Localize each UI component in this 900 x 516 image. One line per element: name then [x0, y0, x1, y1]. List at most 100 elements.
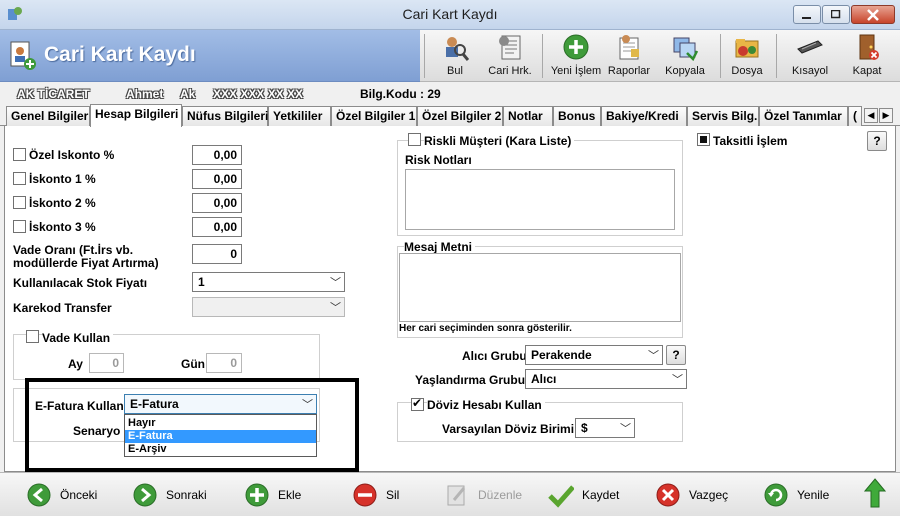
refresh-icon: [764, 483, 788, 507]
header-title: Cari Kart Kaydı: [44, 43, 196, 66]
help-button[interactable]: ?: [867, 131, 887, 151]
dosya-label: Dosya: [731, 65, 763, 77]
scroll-top-button[interactable]: [864, 478, 886, 508]
sonraki-button[interactable]: Sonraki: [132, 481, 207, 509]
vade-kullan-checkbox[interactable]: [26, 330, 39, 343]
varsayilan-doviz-select[interactable]: $ ﹀: [575, 418, 635, 438]
efatura-label: E-Fatura Kullan: [35, 399, 124, 413]
tab-notlar[interactable]: Notlar: [503, 106, 553, 126]
karekod-select[interactable]: ﹀: [192, 297, 345, 317]
iskonto3-input[interactable]: 0,00: [192, 217, 242, 237]
iskonto3-checkbox[interactable]: [13, 220, 26, 233]
efatura-option-hayir[interactable]: Hayır: [125, 417, 316, 430]
ay-label: Ay: [68, 357, 83, 371]
yeni-islem-button[interactable]: Yeni İşlem: [548, 30, 604, 82]
keyboard-icon: [797, 40, 823, 54]
tab-scroll-right[interactable]: ▶: [879, 108, 893, 123]
ozel-iskonto-input[interactable]: 0,00: [192, 145, 242, 165]
doviz-kullan-checkbox[interactable]: [411, 396, 424, 411]
cari-hrk-button[interactable]: Cari Hrk.: [484, 30, 536, 82]
varsayilan-doviz-label: Varsayılan Döviz Birimi: [442, 422, 575, 436]
toolbar: Bul Cari Hrk. Yeni İşlem Raporlar Kopyal…: [420, 30, 900, 82]
efatura-option-efatura[interactable]: E-Fatura: [125, 430, 316, 443]
kisayol-button[interactable]: Kısayol: [784, 30, 836, 82]
kapat-button[interactable]: Kapat: [844, 30, 890, 82]
tab-ozel-bilgiler-2[interactable]: Özel Bilgiler 2: [417, 106, 503, 126]
alici-grubu-select[interactable]: Perakende ﹀: [525, 345, 663, 365]
alici-grubu-label: Alıcı Grubu: [462, 349, 527, 363]
raporlar-button[interactable]: Raporlar: [606, 30, 652, 82]
iskonto1-label: İskonto 1 %: [29, 172, 96, 186]
copy-icon: [673, 37, 699, 61]
iskonto1-input[interactable]: 0,00: [192, 169, 242, 189]
ozel-iskonto-checkbox[interactable]: [13, 148, 26, 161]
duzenle-label: Düzenle: [478, 488, 523, 502]
sonraki-label: Sonraki: [166, 488, 207, 502]
efatura-select[interactable]: E-Fatura ﹀: [124, 394, 317, 414]
account-movements-icon: [499, 35, 521, 60]
tab-scroll-left[interactable]: ◀: [864, 108, 878, 123]
add-circle-icon: [563, 34, 589, 60]
risk-notlari-label: Risk Notları: [405, 153, 472, 167]
stok-fiyati-select[interactable]: 1 ﹀: [192, 272, 345, 292]
kaydet-button[interactable]: Kaydet: [548, 481, 619, 509]
risk-notlari-textarea[interactable]: [405, 169, 675, 230]
mesaj-metni-textarea[interactable]: [399, 253, 681, 322]
tab-yetkililer[interactable]: Yetkililer: [268, 106, 331, 126]
minimize-button[interactable]: [793, 5, 821, 24]
maximize-button[interactable]: [822, 5, 850, 24]
tab-hesap-bilgileri[interactable]: Hesap Bilgileri: [90, 104, 182, 127]
vazgec-button[interactable]: Vazgeç: [655, 481, 728, 509]
yaslandirma-select[interactable]: Alıcı ﹀: [525, 369, 687, 389]
ekle-button[interactable]: Ekle: [244, 481, 301, 509]
mesaj-note: Her cari seçiminden sonra gösterilir.: [399, 323, 572, 334]
tab-servis-bilg[interactable]: Servis Bilg.: [687, 106, 759, 126]
tab-bakiye-kredi[interactable]: Bakiye/Kredi: [601, 106, 687, 126]
iskonto2-input[interactable]: 0,00: [192, 193, 242, 213]
chevron-down-icon: ﹀: [330, 302, 341, 314]
tab-genel-bilgiler[interactable]: Genel Bilgiler: [6, 106, 90, 126]
duzenle-button[interactable]: Düzenle: [444, 481, 522, 509]
riskli-musteri-checkbox[interactable]: [408, 133, 421, 146]
customer-info-row: AK TİCARET Ahmet Ak XXX XXX XX XX Bilg.K…: [0, 82, 900, 104]
kopyala-button[interactable]: Kopyala: [660, 30, 710, 82]
arrow-left-circle-icon: [27, 483, 51, 507]
taksitli-islem-checkbox[interactable]: [697, 133, 710, 146]
ekle-label: Ekle: [278, 488, 302, 502]
kaydet-label: Kaydet: [582, 488, 620, 502]
window-title-bar: Cari Kart Kaydı: [0, 0, 900, 30]
tab-ozel-bilgiler-1[interactable]: Özel Bilgiler 1: [331, 106, 417, 126]
gun-input[interactable]: 0: [206, 353, 242, 373]
iskonto2-checkbox[interactable]: [13, 196, 26, 209]
alici-grubu-help-button[interactable]: ?: [666, 345, 686, 365]
sil-label: Sil: [386, 488, 400, 502]
exit-door-icon: [859, 34, 879, 60]
bul-button[interactable]: Bul: [432, 30, 478, 82]
sil-button[interactable]: Sil: [352, 481, 399, 509]
karekod-label: Karekod Transfer: [13, 301, 112, 315]
vade-orani-input[interactable]: 0: [192, 244, 242, 264]
ay-input[interactable]: 0: [89, 353, 124, 373]
tab-nufus-bilgileri[interactable]: Nüfus Bilgileri: [182, 106, 268, 126]
onceki-button[interactable]: Önceki: [26, 481, 97, 509]
varsayilan-doviz-value: $: [581, 421, 588, 435]
iskonto1-checkbox[interactable]: [13, 172, 26, 185]
reports-icon: [619, 35, 639, 60]
kisayol-label: Kısayol: [791, 65, 829, 77]
yenile-button[interactable]: Yenile: [763, 481, 829, 509]
folder-icon: [735, 39, 759, 58]
tab-more[interactable]: (: [848, 106, 862, 126]
mesaj-metni-label: Mesaj Metni: [404, 240, 476, 254]
maximize-icon: [831, 10, 841, 19]
close-button[interactable]: [851, 5, 895, 24]
efatura-dropdown-list: Hayır E-Fatura E-Arşiv: [124, 414, 317, 457]
senaryo-label: Senaryo: [73, 424, 121, 438]
vade-orani-label-line1: Vade Oranı (Ft.İrs vb.: [13, 243, 134, 257]
tab-bonus[interactable]: Bonus: [553, 106, 601, 126]
riskli-musteri-label: Riskli Müşteri (Kara Liste): [424, 134, 575, 148]
tab-ozel-tanimlar[interactable]: Özel Tanımlar: [759, 106, 848, 126]
bottom-action-bar: Önceki Sonraki Ekle Sil Düzenle Kaydet V…: [0, 472, 900, 516]
efatura-option-earsiv[interactable]: E-Arşiv: [125, 443, 316, 456]
dosya-button[interactable]: Dosya: [726, 30, 768, 82]
yeni-islem-label: Yeni İşlem: [550, 65, 602, 77]
